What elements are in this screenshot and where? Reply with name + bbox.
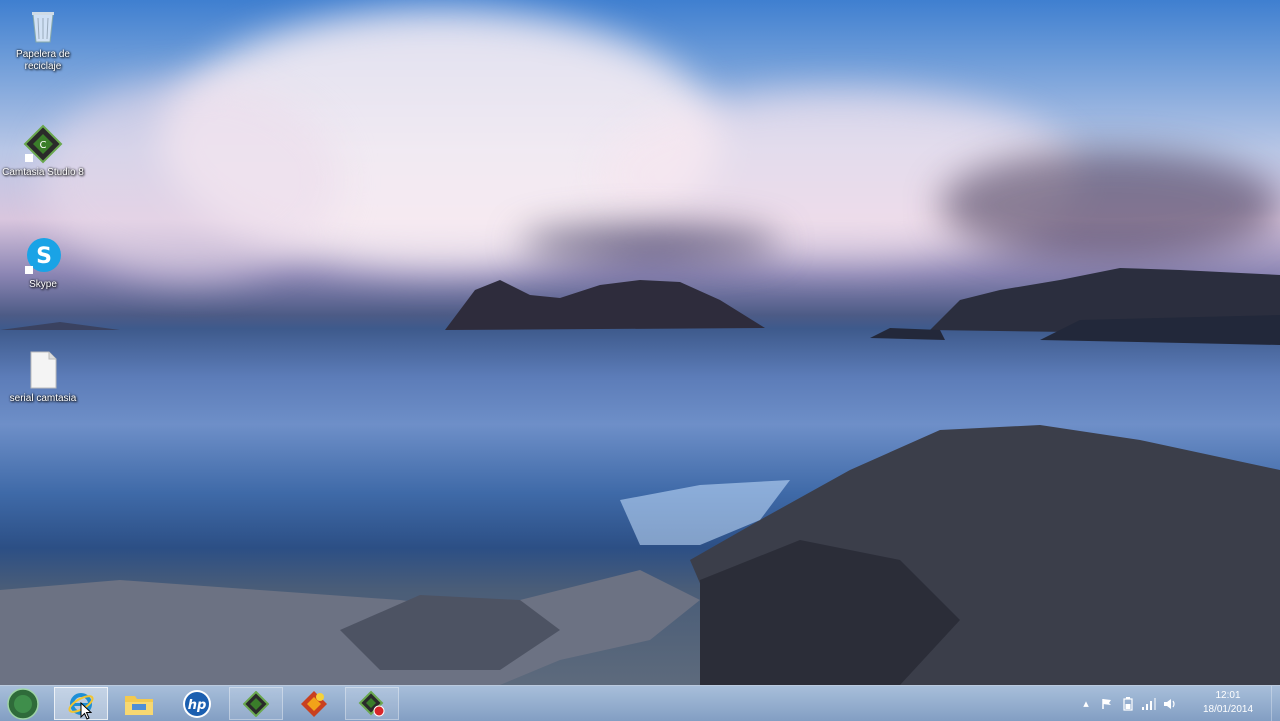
clock-time: 12:01 — [1215, 690, 1241, 701]
recycle-bin-desktop-icon[interactable]: Papelera de reciclaje — [0, 6, 86, 73]
battery-icon[interactable] — [1120, 696, 1136, 712]
svg-text:C: C — [40, 140, 47, 151]
volume-icon[interactable] — [1162, 696, 1178, 712]
taskbar-file-explorer[interactable] — [112, 687, 166, 720]
camtasia-recorder-icon — [301, 690, 327, 717]
camtasia-icon: C — [23, 124, 63, 164]
skype-icon: S — [23, 236, 63, 276]
flag-icon[interactable] — [1099, 696, 1115, 712]
landscape-illustration — [0, 268, 1280, 685]
taskbar-hp[interactable]: hp — [170, 687, 224, 720]
show-desktop-button[interactable] — [1271, 686, 1280, 721]
serial-camtasia-label: serial camtasia — [9, 393, 77, 404]
serial-camtasia-desktop-icon[interactable]: serial camtasia — [0, 350, 86, 405]
recycle-bin-label: Papelera de reciclaje — [16, 49, 70, 72]
hp-icon: hp — [183, 689, 211, 718]
desktop-wallpaper: Papelera de reciclaje C Camtasia Studio … — [0, 0, 1280, 685]
camtasia-icon — [243, 690, 269, 717]
hp-logo-text: hp — [188, 698, 207, 713]
camtasia-studio-desktop-icon[interactable]: C Camtasia Studio 8 — [0, 124, 86, 179]
camtasia-studio-label: Camtasia Studio 8 — [2, 167, 84, 178]
start-orb-icon — [7, 687, 39, 720]
signal-icon[interactable] — [1141, 696, 1157, 712]
recycle-bin-icon — [23, 6, 63, 46]
clock-date: 18/01/2014 — [1202, 704, 1254, 715]
taskbar: hp ▴ 12:01 18/01/2014 — [0, 685, 1280, 721]
show-hidden-icon[interactable]: ▴ — [1078, 696, 1094, 712]
taskbar-app-red[interactable] — [287, 687, 341, 720]
folder-icon — [125, 695, 153, 715]
taskbar-camtasia-studio[interactable] — [229, 687, 283, 720]
svg-text:S: S — [36, 244, 52, 269]
skype-desktop-icon[interactable]: S Skype — [0, 236, 86, 291]
notification-area: ▴ — [1078, 686, 1178, 721]
start-button[interactable] — [0, 687, 46, 720]
text-file-icon — [23, 350, 63, 390]
clock[interactable]: 12:01 18/01/2014 — [1198, 689, 1258, 717]
taskbar-camtasia-recorder[interactable] — [345, 687, 399, 720]
camtasia-rec-icon — [358, 690, 385, 716]
mouse-cursor-icon — [80, 702, 92, 720]
skype-label: Skype — [29, 279, 57, 290]
